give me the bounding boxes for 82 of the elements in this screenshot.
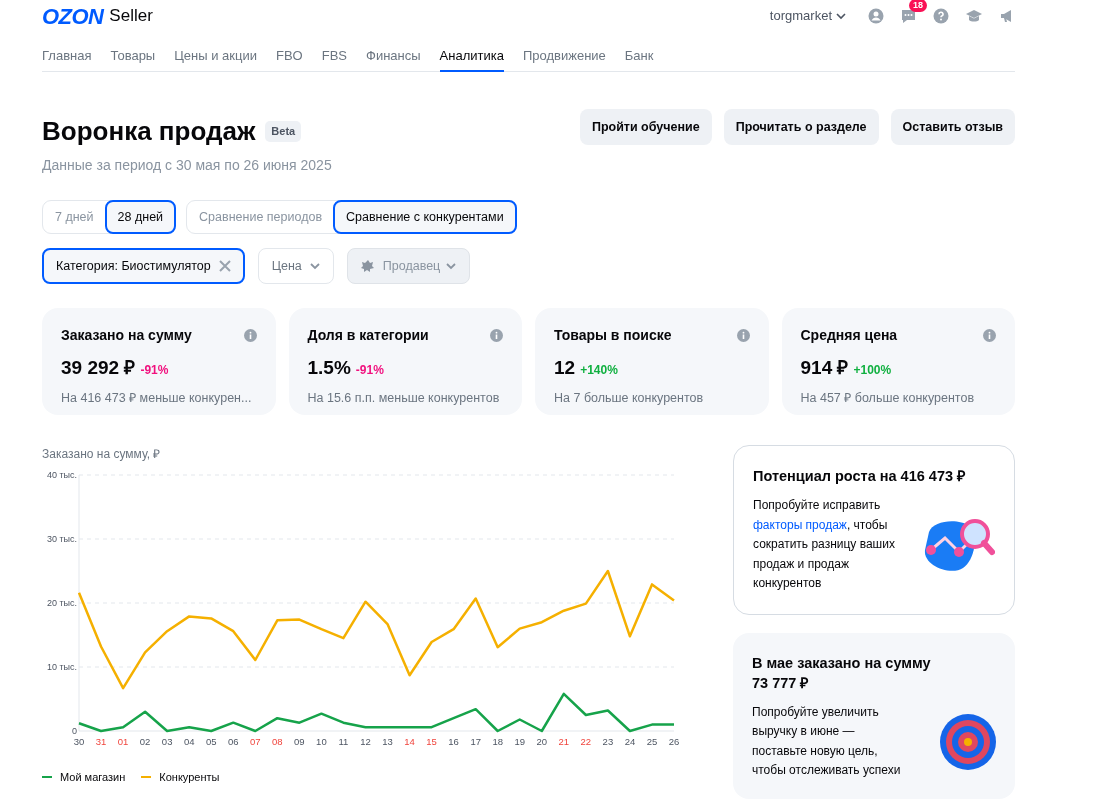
metric-delta: -91% bbox=[355, 362, 384, 379]
metric-note: На 457 ₽ больше конкурентов bbox=[800, 389, 976, 407]
beta-badge: Beta bbox=[265, 121, 302, 142]
promo-text: Попробуйте исправить факторы продаж, чтобы сократить разницу ваших продаж и продаж конкурентов bbox=[753, 497, 896, 592]
promo-text: Попробуйте увеличить выручку в июне — поставьте новую цель, чтобы отслеживать успехи bbox=[752, 703, 902, 779]
y-axis-label: 10 тыс. bbox=[46, 662, 77, 672]
nav-tab[interactable]: Товары bbox=[110, 36, 156, 71]
x-axis-label: 17 bbox=[470, 736, 481, 747]
notification-badge: 18 bbox=[909, 0, 927, 12]
metric-value: 39 292 ₽ bbox=[61, 356, 136, 380]
metric-value: 1.5% bbox=[307, 356, 351, 380]
sales-factors-link[interactable]: факторы продаж bbox=[753, 517, 847, 532]
logo-suffix: Seller bbox=[109, 5, 153, 28]
metric-delta: +140% bbox=[580, 362, 618, 379]
y-axis-label: 20 тыс. bbox=[46, 598, 77, 608]
x-axis-label: 18 bbox=[492, 736, 503, 747]
x-axis-label: 13 bbox=[382, 736, 393, 747]
header-button[interactable]: Прочитать о разделе bbox=[723, 109, 879, 145]
chart-title: Заказано на сумму, ₽ bbox=[42, 446, 162, 463]
x-axis-label: 10 bbox=[316, 736, 327, 747]
x-axis-label: 01 bbox=[117, 736, 129, 747]
x-axis-label: 16 bbox=[448, 736, 459, 747]
x-axis-label: 02 bbox=[139, 736, 151, 747]
header-button[interactable]: Пройти обучение bbox=[579, 109, 712, 145]
x-axis-label: 24 bbox=[624, 736, 636, 747]
promo-title: В мае заказано на сумму 73 777 ₽ bbox=[752, 653, 932, 693]
header-button[interactable]: Оставить отзыв bbox=[890, 109, 1015, 145]
nav-tab[interactable]: Продвижение bbox=[522, 36, 606, 71]
x-axis-label: 25 bbox=[646, 736, 658, 747]
metric-note: На 7 больше конкурентов bbox=[554, 389, 705, 407]
nav-tab[interactable]: Аналитика bbox=[439, 36, 504, 72]
logo[interactable]: OZON bbox=[42, 0, 104, 33]
category-filter-chip[interactable]: Категория: Биостимулятор bbox=[42, 248, 245, 284]
segment-tab[interactable]: Сравнение с конкурентами bbox=[333, 200, 517, 234]
price-dropdown[interactable]: Цена bbox=[257, 248, 334, 284]
x-axis-label: 06 bbox=[227, 736, 239, 747]
page-title: Воронка продаж bbox=[42, 115, 256, 148]
metric-note: На 416 473 ₽ меньше конкурен... bbox=[61, 389, 253, 407]
x-axis-label: 19 bbox=[514, 736, 526, 747]
metric-delta: -91% bbox=[140, 362, 169, 379]
x-axis-label: 05 bbox=[205, 736, 217, 747]
metric-value: 12 bbox=[554, 356, 576, 380]
x-axis-label: 08 bbox=[272, 736, 283, 747]
account-dropdown[interactable]: torgmarket bbox=[769, 6, 846, 26]
x-axis-label: 22 bbox=[580, 736, 592, 747]
nav-tab[interactable]: Цены и акции bbox=[174, 36, 257, 71]
nav-tab[interactable]: Банк bbox=[624, 36, 654, 71]
x-axis-label: 23 bbox=[602, 736, 614, 747]
x-axis-label: 20 bbox=[536, 736, 548, 747]
x-axis-label: 21 bbox=[558, 736, 570, 747]
x-axis-label: 09 bbox=[294, 736, 305, 747]
promo-title: Потенциал роста на 416 473 ₽ bbox=[753, 467, 967, 486]
y-axis-label: 0 bbox=[72, 726, 77, 736]
metric-title: Товары в поиске bbox=[554, 326, 672, 345]
nav-tab[interactable]: FBS bbox=[321, 36, 347, 71]
x-axis-label: 04 bbox=[183, 736, 195, 747]
segment-tab[interactable]: 28 дней bbox=[104, 200, 177, 234]
y-axis-label: 40 тыс. bbox=[46, 470, 77, 480]
metric-note: На 15.6 п.п. меньше конкурентов bbox=[307, 389, 501, 407]
segment-tab[interactable]: 7 дней bbox=[43, 201, 106, 233]
nav-tab[interactable]: Главная bbox=[42, 36, 92, 71]
segment-tab[interactable]: Сравнение периодов bbox=[187, 201, 335, 233]
x-axis-label: 31 bbox=[95, 736, 107, 747]
nav-tab[interactable]: FBO bbox=[275, 36, 303, 71]
metric-title: Заказано на сумму bbox=[61, 326, 192, 345]
x-axis-label: 12 bbox=[360, 736, 371, 747]
x-axis-label: 11 bbox=[338, 736, 349, 747]
x-axis-label: 30 bbox=[73, 736, 85, 747]
legend-label: Конкуренты bbox=[159, 770, 220, 785]
x-axis-label: 26 bbox=[668, 736, 680, 747]
y-axis-label: 30 тыс. bbox=[46, 534, 77, 544]
metric-delta: +100% bbox=[853, 362, 892, 379]
metric-title: Средняя цена bbox=[800, 326, 898, 345]
nav-tab[interactable]: Финансы bbox=[366, 36, 421, 71]
x-axis-label: 14 bbox=[404, 736, 415, 747]
x-axis-label: 07 bbox=[250, 736, 261, 747]
x-axis-label: 15 bbox=[426, 736, 437, 747]
metric-title: Доля в категории bbox=[307, 326, 429, 345]
legend-label: Мой магазин bbox=[60, 770, 126, 785]
metric-value: 914 ₽ bbox=[800, 356, 849, 380]
x-axis-label: 03 bbox=[161, 736, 173, 747]
period-subtitle: Данные за период с 30 мая по 26 июня 2025 bbox=[42, 156, 332, 175]
